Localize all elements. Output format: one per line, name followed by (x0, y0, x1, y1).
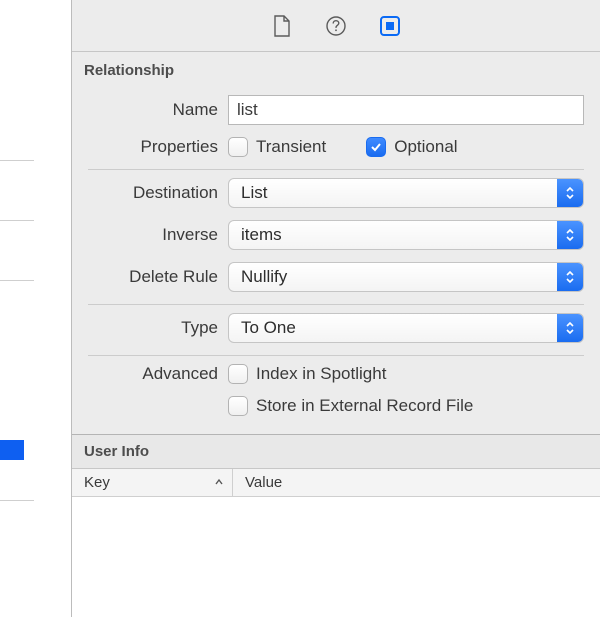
key-column-header[interactable]: Key (72, 474, 232, 491)
value-column-header[interactable]: Value (233, 474, 600, 491)
inspector-panel: Relationship Name Properties Transient (72, 0, 600, 617)
user-info-table-header: Key Value (72, 469, 600, 497)
delete-rule-value: Nullify (241, 267, 287, 287)
checkbox-box (366, 137, 386, 157)
index-spotlight-checkbox[interactable]: Index in Spotlight (228, 364, 386, 384)
type-select[interactable]: To One (228, 313, 584, 343)
inverse-value: items (241, 225, 282, 245)
stepper-icon (557, 263, 583, 291)
user-info-table-body[interactable] (72, 497, 600, 617)
store-external-label: Store in External Record File (256, 396, 473, 416)
inverse-select[interactable]: items (228, 220, 584, 250)
store-external-checkbox[interactable]: Store in External Record File (228, 396, 473, 416)
list-selection-indicator (0, 440, 24, 460)
checkbox-box (228, 396, 248, 416)
stepper-icon (557, 221, 583, 249)
advanced-label: Advanced (88, 364, 228, 384)
transient-label: Transient (256, 137, 326, 157)
destination-value: List (241, 183, 267, 203)
left-gutter (0, 0, 72, 617)
stepper-icon (557, 314, 583, 342)
user-info-section-title: User Info (72, 434, 600, 469)
index-spotlight-label: Index in Spotlight (256, 364, 386, 384)
optional-checkbox[interactable]: Optional (366, 137, 457, 157)
delete-rule-label: Delete Rule (88, 267, 228, 287)
help-inspector-icon[interactable] (324, 14, 348, 38)
checkbox-box (228, 364, 248, 384)
optional-label: Optional (394, 137, 457, 157)
properties-label: Properties (88, 137, 228, 157)
checkbox-box (228, 137, 248, 157)
destination-select[interactable]: List (228, 178, 584, 208)
data-model-inspector-icon[interactable] (378, 14, 402, 38)
file-inspector-icon[interactable] (270, 14, 294, 38)
inspector-tab-bar (72, 0, 600, 52)
sort-ascending-icon (214, 474, 224, 491)
transient-checkbox[interactable]: Transient (228, 137, 326, 157)
relationship-section-title: Relationship (72, 52, 600, 85)
name-label: Name (88, 100, 228, 120)
destination-label: Destination (88, 183, 228, 203)
stepper-icon (557, 179, 583, 207)
name-input[interactable] (228, 95, 584, 125)
type-value: To One (241, 318, 296, 338)
type-label: Type (88, 318, 228, 338)
delete-rule-select[interactable]: Nullify (228, 262, 584, 292)
relationship-form: Name Properties Transient (72, 85, 600, 434)
inverse-label: Inverse (88, 225, 228, 245)
